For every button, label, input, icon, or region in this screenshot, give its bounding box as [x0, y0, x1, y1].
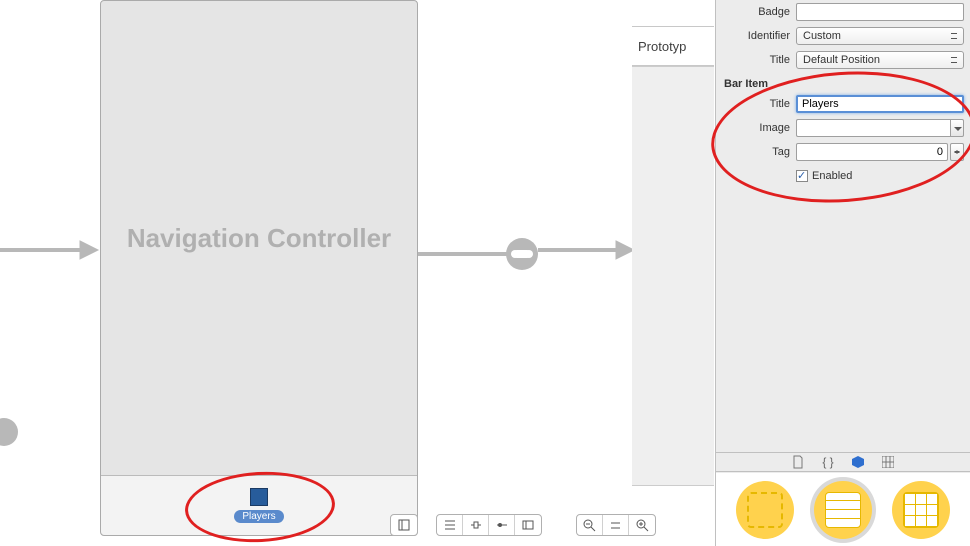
arrow-out-left [418, 244, 510, 264]
arrow-out-right [538, 235, 638, 265]
badge-field[interactable] [796, 3, 964, 21]
segue-endpoint-circle [0, 418, 18, 446]
bar-item-image-row: Image [716, 116, 970, 140]
object-library[interactable] [716, 473, 970, 546]
library-tab-code-icon[interactable]: { } [821, 455, 835, 469]
library-tab-media-icon[interactable] [881, 455, 895, 469]
storyboard-canvas[interactable]: Navigation Controller Players Prototyp [0, 0, 715, 546]
library-tab-bar: { } [716, 452, 970, 472]
bar-item-image-field[interactable] [796, 119, 950, 137]
bar-item-tag-stepper[interactable] [950, 143, 964, 161]
bar-item-title-label: Title [716, 98, 796, 110]
document-outline-toggle[interactable] [390, 514, 418, 536]
zoom-toolbar [576, 514, 656, 536]
zoom-actual-button[interactable] [603, 515, 629, 535]
bar-item-title-row: Title [716, 92, 970, 116]
nav-controller-title: Navigation Controller [127, 223, 391, 254]
identifier-row: Identifier Custom [716, 24, 970, 48]
tab-bar-item-icon[interactable] [250, 488, 268, 506]
badge-row: Badge [716, 0, 970, 24]
bar-item-tag-label: Tag [716, 146, 796, 158]
bar-item-image-label: Image [716, 122, 796, 134]
resize-behavior-button[interactable] [515, 515, 541, 535]
bar-item-tag-row: Tag [716, 140, 970, 164]
nav-controller-body: Navigation Controller [101, 1, 417, 475]
layout-toolbar [436, 514, 542, 536]
destination-table-body [632, 66, 714, 486]
align-button[interactable] [437, 515, 463, 535]
bar-item-title-field[interactable] [796, 95, 964, 113]
arrow-incoming [0, 235, 100, 265]
bar-item-tag-field[interactable] [796, 143, 948, 161]
bar-item-section-title: Bar Item [716, 72, 970, 92]
tab-bar[interactable]: Players [101, 475, 417, 535]
title-position-select[interactable]: Default Position [796, 51, 964, 69]
title-position-value: Default Position [803, 54, 880, 66]
zoom-out-button[interactable] [577, 515, 603, 535]
badge-label: Badge [716, 6, 796, 18]
segue-indicator[interactable] [506, 238, 538, 270]
library-tab-file-icon[interactable] [791, 455, 805, 469]
outline-toggle-icon[interactable] [391, 515, 417, 535]
resolve-issues-button[interactable] [489, 515, 515, 535]
title-position-label: Title [716, 54, 796, 66]
pin-button[interactable] [463, 515, 489, 535]
prototype-cell-label: Prototyp [632, 26, 714, 66]
library-item-tableview[interactable] [814, 481, 872, 539]
zoom-in-button[interactable] [629, 515, 655, 535]
destination-scene-partial[interactable]: Prototyp [632, 0, 722, 546]
navigation-controller-scene[interactable]: Navigation Controller Players [100, 0, 418, 536]
attributes-inspector: Badge Identifier Custom Title Default Po… [715, 0, 970, 546]
enabled-checkbox[interactable] [796, 170, 808, 182]
identifier-label: Identifier [716, 30, 796, 42]
bar-item-image-dropdown[interactable] [950, 119, 964, 137]
identifier-select[interactable]: Custom [796, 27, 964, 45]
tab-bar-item-label[interactable]: Players [234, 510, 283, 523]
library-tab-object-icon[interactable] [851, 455, 865, 469]
library-item-collectionview[interactable] [892, 481, 950, 539]
library-item-view[interactable] [736, 481, 794, 539]
title-position-row: Title Default Position [716, 48, 970, 72]
bar-item-enabled-row: Enabled [716, 164, 970, 188]
bar-item-image-combo[interactable] [796, 119, 964, 137]
identifier-value: Custom [803, 30, 841, 42]
enabled-label: Enabled [812, 170, 852, 182]
